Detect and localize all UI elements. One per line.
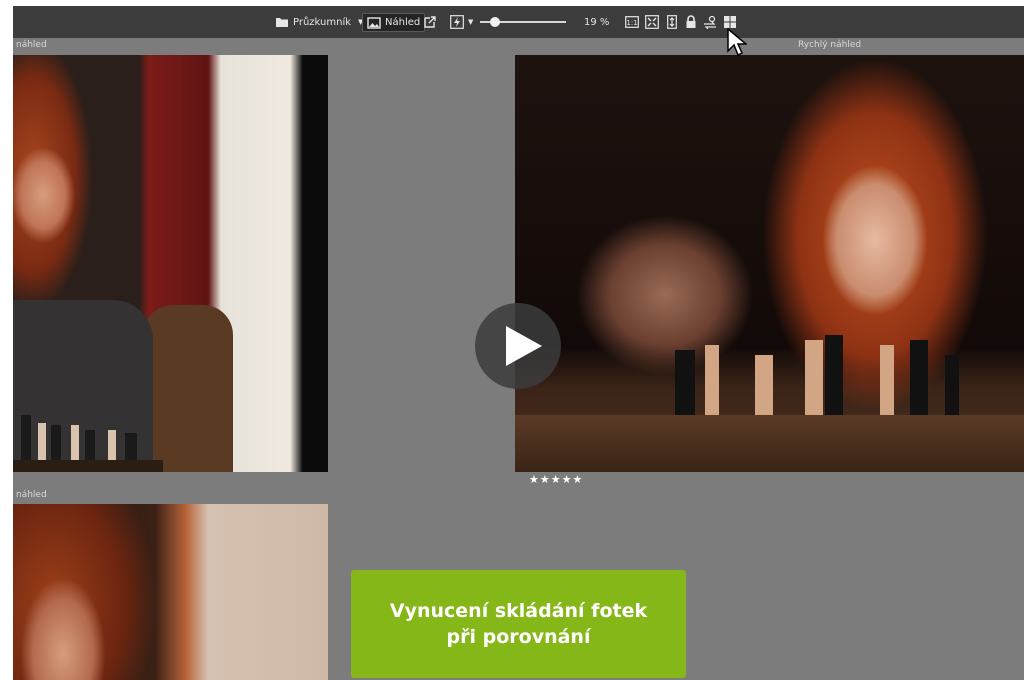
play-button[interactable] (475, 303, 561, 389)
mouse-cursor-icon (727, 28, 747, 57)
open-external-button[interactable] (423, 13, 437, 31)
zoom-slider[interactable] (480, 17, 566, 27)
chevron-down-icon: ▼ (468, 18, 474, 26)
swap-icon (703, 15, 717, 29)
photo-chess-board (515, 415, 1024, 472)
preview-label: Náhled (385, 17, 421, 28)
swap-button[interactable] (703, 13, 717, 31)
zoom-1to1-button[interactable]: 1:1 (625, 13, 639, 31)
forced-stacking-banner[interactable]: Vynucení skládání fotek při porovnání (351, 570, 686, 678)
photo-bottom[interactable] (13, 504, 328, 680)
fit-icon (645, 15, 659, 29)
zoom-slider-knob[interactable] (490, 17, 500, 27)
star-rating[interactable]: ★★★★★ (529, 473, 583, 486)
grid-icon (723, 15, 737, 29)
banner-line-2: při porovnání (446, 626, 591, 648)
play-icon (506, 326, 542, 366)
zoom-value: 19 % (584, 16, 610, 28)
fill-icon (665, 15, 679, 29)
right-panel-caption: Rychlý náhled (798, 40, 862, 50)
explorer-label: Průzkumník (293, 16, 352, 28)
photo-chess-pieces (13, 415, 163, 472)
auto-enhance-button[interactable] (450, 13, 464, 31)
banner-line-1: Vynucení skládání fotek (389, 600, 648, 622)
zoom-fill-button[interactable] (665, 13, 679, 31)
auto-enhance-dropdown[interactable]: ▼ (468, 13, 473, 31)
photo-left[interactable] (13, 55, 328, 472)
one-to-one-label: 1:1 (626, 19, 637, 27)
toolbar: Průzkumník ▼ Náhled ▼ 19 % 1:1 (13, 6, 1024, 38)
app-window: Průzkumník ▼ Náhled ▼ 19 % 1:1 náhled Ry… (13, 6, 1024, 680)
image-icon (367, 16, 381, 30)
zoom-fit-button[interactable] (645, 13, 659, 31)
lock-zoom-button[interactable] (684, 13, 698, 31)
folder-icon (275, 15, 289, 29)
one-to-one-icon: 1:1 (625, 15, 639, 29)
flash-icon (450, 15, 464, 29)
bottom-panel-caption: náhled (16, 490, 47, 500)
preview-button[interactable]: Náhled (362, 13, 426, 32)
lock-icon (684, 15, 698, 29)
explorer-button[interactable]: Průzkumník ▼ (275, 13, 363, 31)
external-link-icon (423, 15, 437, 29)
left-panel-caption: náhled (16, 40, 47, 50)
photo-right[interactable] (515, 55, 1024, 472)
